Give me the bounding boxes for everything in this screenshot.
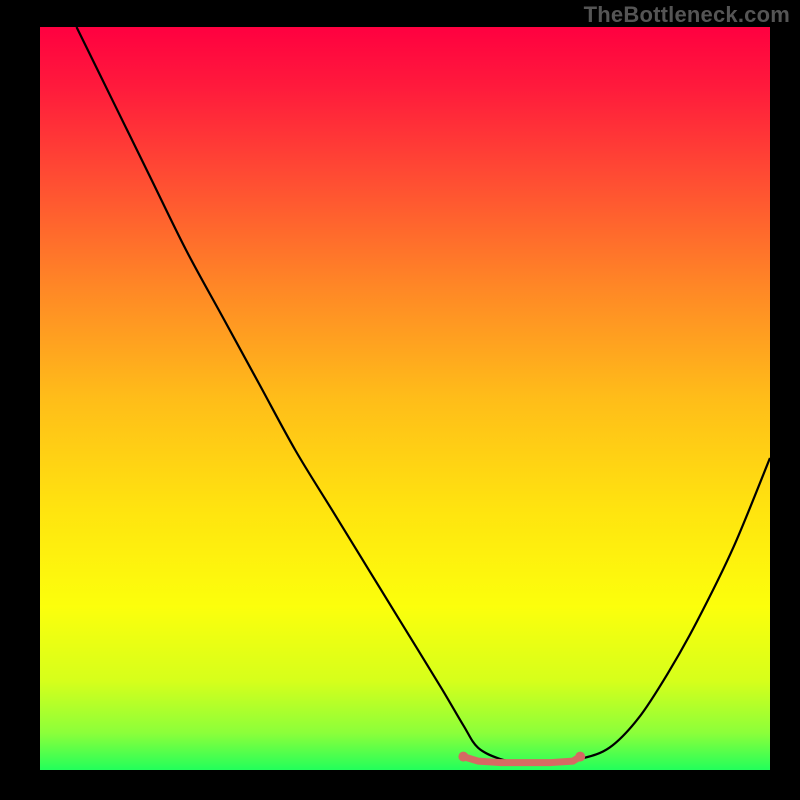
- chart-container: { "attribution": "TheBottleneck.com", "c…: [0, 0, 800, 800]
- plot-background: [40, 27, 770, 770]
- attribution-text: TheBottleneck.com: [584, 2, 790, 28]
- chart-svg: [0, 0, 800, 800]
